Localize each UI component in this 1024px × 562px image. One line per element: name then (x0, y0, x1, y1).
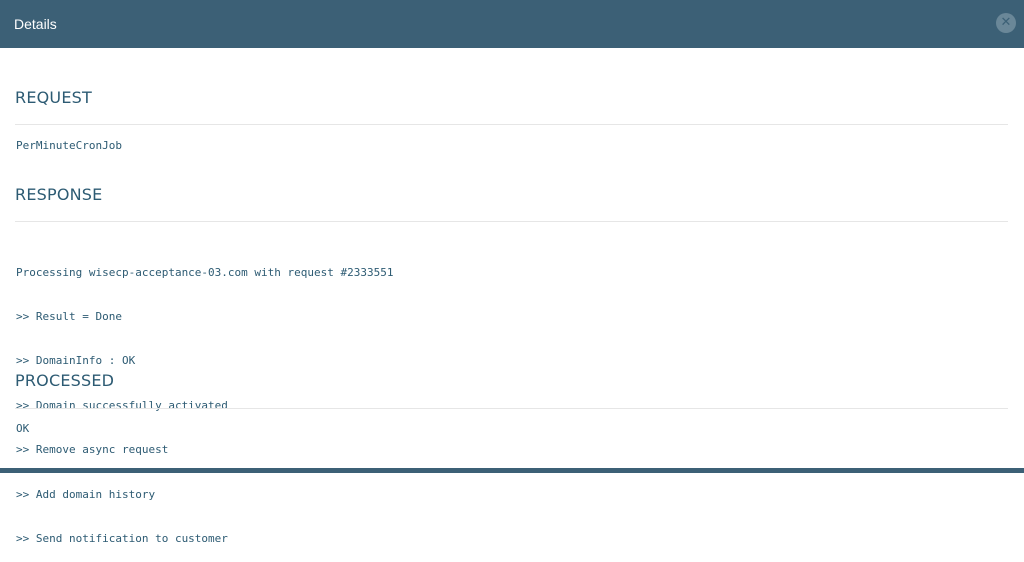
modal-bottom-bar (0, 468, 1024, 473)
response-line: Processing wisecp-acceptance-03.com with… (16, 265, 394, 279)
request-heading: REQUEST (15, 88, 92, 107)
response-body: Processing wisecp-acceptance-03.com with… (16, 236, 394, 562)
request-body: PerMinuteCronJob (16, 139, 122, 152)
close-icon[interactable]: ✕ (996, 13, 1016, 33)
response-line: >> Domain successfully activated (16, 398, 228, 412)
response-line: >> Add domain history (16, 487, 156, 501)
processed-body: OK (16, 422, 30, 435)
modal-header: Details ✕ (0, 0, 1024, 48)
response-line: >> Send notification to customer (16, 531, 228, 545)
processed-heading: PROCESSED (15, 371, 115, 390)
request-divider (15, 124, 1008, 125)
response-heading: RESPONSE (15, 185, 103, 204)
modal-title: Details (14, 16, 57, 32)
processed-divider (15, 408, 1008, 409)
response-line: >> Remove async request (16, 443, 169, 457)
response-line: >> Result = Done (16, 309, 122, 323)
response-line: >> DomainInfo : OK (16, 354, 136, 368)
response-divider (15, 221, 1008, 222)
